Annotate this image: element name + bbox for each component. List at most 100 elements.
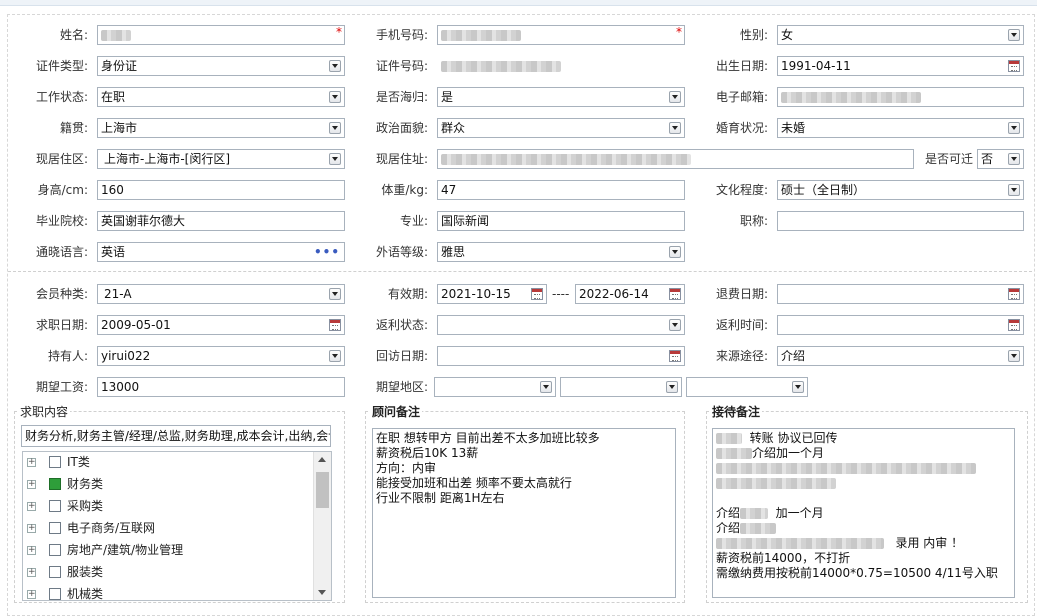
checkbox[interactable] [49,456,61,468]
chevron-down-icon[interactable] [669,122,681,134]
expand-icon[interactable]: + [27,546,36,555]
school-field[interactable]: 英国谢菲尔德大 [97,211,345,231]
refund-date-field[interactable] [777,284,1024,304]
name-field[interactable]: * [97,25,345,45]
chevron-down-icon[interactable] [540,381,552,393]
job-date-field[interactable]: 2009-05-01 [97,315,345,335]
residence-address-field[interactable] [437,149,914,169]
validity-from-field[interactable]: 2021-10-15 [437,284,547,304]
checkbox[interactable] [49,588,61,600]
rebate-time-label: 返利时间: [715,318,768,332]
tree-item[interactable]: + 服装类 [23,562,313,582]
expand-icon[interactable]: + [27,568,36,577]
holder-select[interactable]: yirui022 [97,346,345,366]
checkbox[interactable] [49,544,61,556]
tree-item[interactable]: + 财务类 [23,474,313,494]
weight-field[interactable]: 47 [437,180,685,200]
expand-icon[interactable]: + [27,458,36,467]
chevron-down-icon[interactable] [329,91,341,103]
consultant-note-line: 薪资税后10K 13薪 [376,446,479,460]
rebate-time-field[interactable] [777,315,1024,335]
calendar-icon[interactable] [669,350,681,362]
expected-area-district-select[interactable] [686,377,808,397]
job-content-summary[interactable]: 财务分析,财务主管/经理/总监,财务助理,成本会计,出纳,会计 [21,425,331,447]
validity-to-value: 2022-06-14 [579,287,649,301]
job-category-tree[interactable]: + IT类 + 财务类 + 采购类 + 电子商务/互联网 + 房地产/建筑/物业管理 + 服装类 + 机械… [22,451,332,601]
source-select[interactable]: 介绍 [777,346,1024,366]
gender-select[interactable]: 女 [777,25,1024,45]
consultant-notes-textarea[interactable]: 在职 想转甲方 目前出差不太多加班比较多 薪资税后10K 13薪 方向：内审 能… [372,428,676,598]
expected-area-province-select[interactable] [434,377,556,397]
chevron-down-icon[interactable] [1008,29,1020,41]
chevron-down-icon[interactable] [329,288,341,300]
email-field[interactable] [777,87,1024,107]
member-type-value: 21-A [104,287,132,301]
reception-notes-textarea[interactable]: 转账 协议已回传 介绍加一个月 介绍 加一个月 介绍 录用 内审 ！ 薪资税前1… [712,428,1015,598]
political-select[interactable]: 群众 [437,118,685,138]
checkbox[interactable] [49,522,61,534]
redacted-text [716,538,884,549]
calendar-icon[interactable] [669,288,681,300]
expand-icon[interactable]: + [27,480,36,489]
tree-scrollbar[interactable] [313,452,331,600]
calendar-icon[interactable] [1008,288,1020,300]
chevron-down-icon[interactable] [329,122,341,134]
calendar-icon[interactable] [329,319,341,331]
height-field[interactable]: 160 [97,180,345,200]
expand-icon[interactable]: + [27,502,36,511]
chevron-down-icon[interactable] [669,319,681,331]
title-field[interactable] [777,211,1024,231]
language-field[interactable]: 英语 ••• [97,242,345,262]
education-select[interactable]: 硕士（全日制） [777,180,1024,200]
relocatable-select[interactable]: 否 [977,149,1024,169]
chevron-down-icon[interactable] [669,246,681,258]
chevron-down-icon[interactable] [329,153,341,165]
chevron-down-icon[interactable] [792,381,804,393]
calendar-icon[interactable] [1008,60,1020,72]
scroll-down-icon[interactable] [318,590,326,595]
id-number-field[interactable] [437,56,685,76]
scroll-thumb[interactable] [316,472,329,508]
marital-value: 未婚 [781,121,806,135]
marital-select[interactable]: 未婚 [777,118,1024,138]
rebate-status-select[interactable] [437,315,685,335]
tree-item[interactable]: + 电子商务/互联网 [23,518,313,538]
validity-to-field[interactable]: 2022-06-14 [575,284,685,304]
birth-date-label: 出生日期: [715,59,768,73]
expand-icon[interactable]: + [27,590,36,599]
tree-item[interactable]: + 房地产/建筑/物业管理 [23,540,313,560]
checkbox[interactable] [49,500,61,512]
scroll-up-icon[interactable] [318,457,326,462]
member-type-select[interactable]: 21-A [97,284,345,304]
chevron-down-icon[interactable] [329,60,341,72]
expected-area-city-select[interactable] [560,377,682,397]
checkbox[interactable] [49,566,61,578]
work-status-select[interactable]: 在职 [97,87,345,107]
chevron-down-icon[interactable] [1008,184,1020,196]
checkbox[interactable] [49,478,61,490]
chevron-down-icon[interactable] [666,381,678,393]
chevron-down-icon[interactable] [1008,153,1020,165]
revisit-date-field[interactable] [437,346,685,366]
calendar-icon[interactable] [531,288,543,300]
phone-field[interactable]: * [437,25,685,45]
expand-icon[interactable]: + [27,524,36,533]
foreign-level-select[interactable]: 雅思 [437,242,685,262]
major-field[interactable]: 国际新闻 [437,211,685,231]
chevron-down-icon[interactable] [1008,122,1020,134]
birth-date-field[interactable]: 1991-04-11 [777,56,1024,76]
overseas-select[interactable]: 是 [437,87,685,107]
chevron-down-icon[interactable] [669,91,681,103]
native-place-select[interactable]: 上海市 [97,118,345,138]
chevron-down-icon[interactable] [1008,350,1020,362]
residence-area-select[interactable]: 上海市-上海市-[闵行区] [97,149,345,169]
more-options-icon[interactable]: ••• [314,243,340,261]
tree-item[interactable]: + 机械类 [23,584,313,600]
required-mark: * [676,25,682,39]
tree-item[interactable]: + IT类 [23,452,313,472]
id-type-select[interactable]: 身份证 [97,56,345,76]
calendar-icon[interactable] [1008,319,1020,331]
chevron-down-icon[interactable] [329,350,341,362]
tree-item[interactable]: + 采购类 [23,496,313,516]
expected-salary-field[interactable]: 13000 [97,377,345,397]
